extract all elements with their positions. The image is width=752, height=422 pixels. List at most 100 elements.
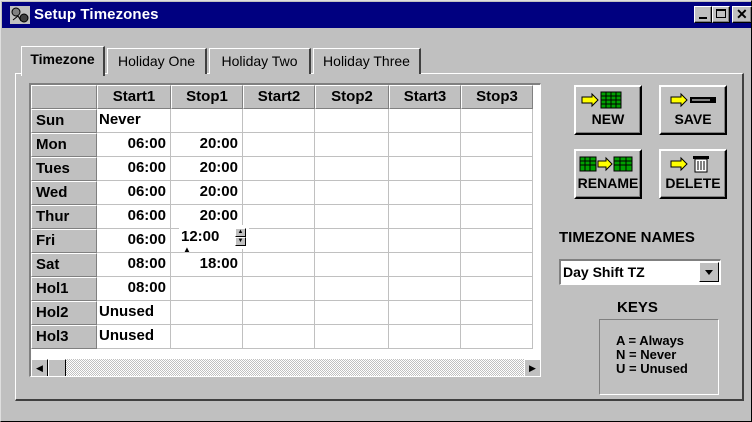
new-timezone-icon — [581, 91, 622, 109]
grid-cell[interactable] — [315, 229, 389, 253]
grid-cell[interactable] — [461, 157, 533, 181]
grid-cell[interactable] — [171, 325, 243, 349]
grid-cell[interactable] — [243, 253, 315, 277]
grid-cell[interactable] — [243, 205, 315, 229]
grid-cell[interactable] — [389, 301, 461, 325]
grid-cell[interactable]: 08:00 — [97, 277, 171, 301]
grid-cell[interactable] — [243, 325, 315, 349]
grid-cell[interactable] — [461, 277, 533, 301]
grid-cell[interactable] — [315, 253, 389, 277]
tab-timezone[interactable]: Timezone — [21, 46, 105, 76]
grid-cell[interactable] — [243, 181, 315, 205]
grid-cell[interactable] — [243, 109, 315, 133]
column-header: Stop2 — [315, 85, 389, 109]
grid-cell[interactable] — [243, 133, 315, 157]
grid-cell[interactable] — [243, 157, 315, 181]
tab-holiday-two[interactable]: Holiday Two — [209, 48, 311, 74]
grid-cell[interactable] — [315, 277, 389, 301]
grid-cell[interactable] — [389, 277, 461, 301]
grid-cell[interactable]: 06:00 — [97, 229, 171, 253]
grid-cell[interactable] — [315, 133, 389, 157]
grid-cell[interactable] — [315, 157, 389, 181]
grid-cell[interactable] — [389, 253, 461, 277]
spin-down-button[interactable]: ▼ — [235, 237, 246, 246]
setup-timezones-window: Setup Timezones ✕ Timezone Holiday One H… — [0, 0, 752, 422]
grid-cell[interactable] — [315, 181, 389, 205]
new-button[interactable]: NEW — [574, 85, 642, 135]
grid-cell[interactable] — [389, 229, 461, 253]
grid-cell[interactable] — [461, 301, 533, 325]
grid-cell[interactable] — [171, 301, 243, 325]
grid-cell[interactable] — [461, 109, 533, 133]
grid-cell[interactable] — [389, 181, 461, 205]
grid-cell[interactable]: Never — [97, 109, 171, 133]
timezone-names-dropdown[interactable]: Day Shift TZ — [559, 259, 721, 285]
new-button-label: NEW — [591, 111, 625, 127]
delete-button[interactable]: DELETE — [659, 149, 727, 199]
scroll-right-button[interactable]: ▶ — [524, 359, 540, 376]
maximize-icon — [716, 9, 726, 18]
grid-cell[interactable]: 06:00 — [97, 133, 171, 157]
scroll-track[interactable] — [66, 359, 524, 376]
chevron-down-icon[interactable] — [699, 262, 719, 282]
grid-cell[interactable] — [461, 229, 533, 253]
grid-cell[interactable] — [243, 301, 315, 325]
delete-button-label: DELETE — [665, 175, 721, 191]
grid-cell[interactable]: 20:00 — [171, 181, 243, 205]
grid-cell[interactable] — [389, 157, 461, 181]
grid-cell[interactable]: Unused — [97, 301, 171, 325]
grid-cell[interactable]: 20:00 — [171, 133, 243, 157]
key-never: N = Never — [616, 347, 677, 362]
keys-legend-box: A = Always N = Never U = Unused — [599, 319, 719, 395]
grid-cell[interactable] — [315, 301, 389, 325]
grid-cell[interactable]: 08:00 — [97, 253, 171, 277]
timezone-grid[interactable]: Start1 Stop1 Start2 Stop2 Start3 Stop3 Sun Neve… — [29, 83, 541, 377]
grid-cell[interactable]: Unused — [97, 325, 171, 349]
grid-cell[interactable]: 18:00 — [171, 253, 243, 277]
scroll-thumb[interactable] — [48, 359, 66, 376]
grid-cell[interactable] — [389, 133, 461, 157]
grid-cell[interactable] — [243, 277, 315, 301]
row-header: Fri — [31, 229, 97, 253]
tab-holiday-one[interactable]: Holiday One — [107, 48, 207, 74]
minimize-button[interactable] — [694, 6, 712, 23]
grid-cell[interactable] — [389, 109, 461, 133]
row-header: Tues — [31, 157, 97, 181]
grid-cell[interactable] — [315, 205, 389, 229]
key-always: A = Always — [616, 333, 685, 348]
grid-cell[interactable] — [243, 229, 315, 253]
grid-cell[interactable]: 06:00 — [97, 157, 171, 181]
grid-cell[interactable] — [461, 181, 533, 205]
grid-cell[interactable] — [461, 205, 533, 229]
close-button[interactable]: ✕ — [732, 6, 752, 23]
grid-cell[interactable] — [389, 205, 461, 229]
scroll-left-button[interactable]: ◀ — [31, 359, 48, 376]
grid-cell[interactable] — [171, 277, 243, 301]
grid-cell[interactable] — [461, 325, 533, 349]
time-spinner[interactable]: ▲ ▼ — [235, 228, 246, 246]
grid-cell[interactable]: 06:00 — [97, 205, 171, 229]
rename-button[interactable]: RENAME — [574, 149, 642, 199]
horizontal-scrollbar[interactable]: ◀ ▶ — [31, 359, 540, 376]
grid-cell[interactable]: 06:00 — [97, 181, 171, 205]
spin-up-button[interactable]: ▲ — [235, 228, 246, 237]
column-header: Start3 — [389, 85, 461, 109]
timezone-names-label: TIMEZONE NAMES — [559, 229, 695, 246]
save-button[interactable]: SAVE — [659, 85, 727, 135]
grid-cell[interactable] — [461, 133, 533, 157]
grid-cell[interactable] — [315, 325, 389, 349]
grid-corner — [31, 85, 97, 109]
row-header: Mon — [31, 133, 97, 157]
column-header: Start2 — [243, 85, 315, 109]
grid-cell[interactable] — [315, 109, 389, 133]
maximize-button[interactable] — [712, 6, 730, 23]
tab-holiday-three[interactable]: Holiday Three — [313, 48, 421, 74]
rename-button-label: RENAME — [577, 175, 639, 191]
grid-cell[interactable] — [389, 325, 461, 349]
keys-title: KEYS — [617, 299, 658, 316]
grid-cell[interactable] — [171, 109, 243, 133]
grid-cell[interactable] — [461, 253, 533, 277]
grid-cell[interactable]: 20:00 — [171, 157, 243, 181]
title-bar[interactable]: Setup Timezones ✕ — [2, 2, 752, 28]
row-header: Sun — [31, 109, 97, 133]
